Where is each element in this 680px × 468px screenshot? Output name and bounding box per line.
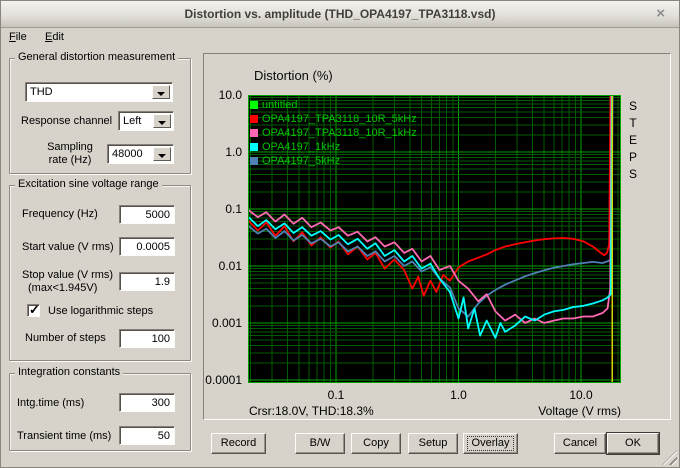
- transient-time-label: Transient time (ms): [17, 430, 111, 442]
- stop-value-input[interactable]: 1.9: [119, 272, 175, 291]
- legend-swatch-icon: [250, 115, 258, 123]
- stop-value-note: (max<1.945V): [28, 282, 97, 294]
- plot-title: Distortion (%): [254, 68, 333, 83]
- x-tick: 0.1: [314, 388, 358, 402]
- plot-panel: Distortion (%) untitled OPA4197_TPA3118_1…: [203, 53, 671, 420]
- group-integration-title: Integration constants: [15, 366, 123, 378]
- bw-button[interactable]: B/W: [295, 433, 345, 454]
- legend-label: OPA4197_TPA3118_10R_5kHz: [262, 113, 417, 125]
- response-channel-label: Response channel: [21, 115, 112, 127]
- intg-time-input[interactable]: 300: [119, 393, 175, 412]
- resize-grip[interactable]: [662, 450, 677, 465]
- legend-label: OPA4197_5kHz: [262, 155, 340, 167]
- legend-swatch-icon: [250, 157, 258, 165]
- plot-legend: untitled OPA4197_TPA3118_10R_5kHz OPA4197_…: [250, 98, 417, 168]
- chevron-down-icon[interactable]: [153, 114, 171, 128]
- focus-ring: [467, 436, 514, 451]
- response-channel-select[interactable]: Left: [118, 111, 174, 131]
- transient-time-input[interactable]: 50: [119, 426, 175, 445]
- sampling-rate-label: Sampling rate (Hz): [41, 141, 99, 167]
- response-channel-value: Left: [123, 112, 153, 130]
- group-excitation-title: Excitation sine voltage range: [15, 178, 162, 190]
- measurement-select[interactable]: THD: [25, 82, 173, 102]
- legend-label: untitled: [262, 99, 297, 111]
- sampling-rate-value: 48000: [112, 145, 153, 163]
- y-tick: 0.001: [204, 316, 242, 330]
- menu-bar: File Edit: [1, 28, 679, 47]
- legend-swatch-icon: [250, 129, 258, 137]
- legend-swatch-icon: [250, 143, 258, 151]
- close-icon[interactable]: ×: [656, 1, 665, 27]
- number-of-steps-label: Number of steps: [25, 332, 106, 344]
- legend-label: OPA4197_TPA3118_10R_1kHz: [262, 127, 417, 139]
- frequency-input[interactable]: 5000: [119, 205, 175, 224]
- frequency-label: Frequency (Hz): [22, 208, 98, 220]
- start-value-label: Start value (V rms): [22, 241, 114, 253]
- y-tick: 10.0: [204, 88, 242, 102]
- number-of-steps-input[interactable]: 100: [119, 329, 175, 348]
- copy-button[interactable]: Copy: [351, 433, 401, 454]
- legend-item: OPA4197_TPA3118_10R_5kHz: [250, 112, 417, 126]
- x-tick: 1.0: [437, 388, 481, 402]
- legend-item: OPA4197_TPA3118_10R_1kHz: [250, 126, 417, 140]
- y-tick: 0.0001: [204, 373, 242, 387]
- legend-item: untitled: [250, 98, 417, 112]
- log-steps-checkbox[interactable]: ✓: [27, 304, 40, 317]
- window-title: Distortion vs. amplitude (THD_OPA4197_TP…: [185, 7, 496, 21]
- legend-item: OPA4197_1kHz: [250, 140, 417, 154]
- setup-button[interactable]: Setup: [408, 433, 458, 454]
- chevron-down-icon[interactable]: [153, 147, 171, 161]
- measurement-value: THD: [30, 83, 152, 101]
- start-value-input[interactable]: 0.0005: [119, 237, 175, 256]
- x-axis-label: Voltage (V rms): [471, 404, 621, 418]
- y-tick: 0.1: [204, 202, 242, 216]
- title-bar: Distortion vs. amplitude (THD_OPA4197_TP…: [1, 1, 679, 28]
- legend-item: OPA4197_5kHz: [250, 154, 417, 168]
- menu-edit[interactable]: Edit: [41, 28, 68, 47]
- cancel-button[interactable]: Cancel: [554, 433, 606, 454]
- y-tick: 1.0: [204, 145, 242, 159]
- group-general-title: General distortion measurement: [15, 51, 178, 63]
- intg-time-label: Intg.time (ms): [17, 397, 84, 409]
- record-button[interactable]: Record: [211, 433, 266, 454]
- legend-swatch-icon: [250, 101, 258, 109]
- log-steps-label: Use logarithmic steps: [48, 305, 153, 317]
- dialog-window: Distortion vs. amplitude (THD_OPA4197_TP…: [0, 0, 680, 468]
- chevron-down-icon[interactable]: [152, 85, 170, 99]
- cursor-readout: Crsr:18.0V, THD:18.3%: [249, 404, 374, 418]
- x-tick: 10.0: [559, 388, 603, 402]
- check-icon: ✓: [29, 302, 40, 318]
- sampling-rate-select[interactable]: 48000: [107, 144, 174, 164]
- steps-label: S T E P S: [627, 98, 639, 183]
- ok-button[interactable]: OK: [607, 433, 659, 454]
- legend-label: OPA4197_1kHz: [262, 141, 340, 153]
- y-tick: 0.01: [204, 259, 242, 273]
- menu-file[interactable]: File: [5, 28, 31, 47]
- stop-value-label: Stop value (V rms): [22, 269, 113, 281]
- overlay-button[interactable]: Overlay: [463, 433, 518, 454]
